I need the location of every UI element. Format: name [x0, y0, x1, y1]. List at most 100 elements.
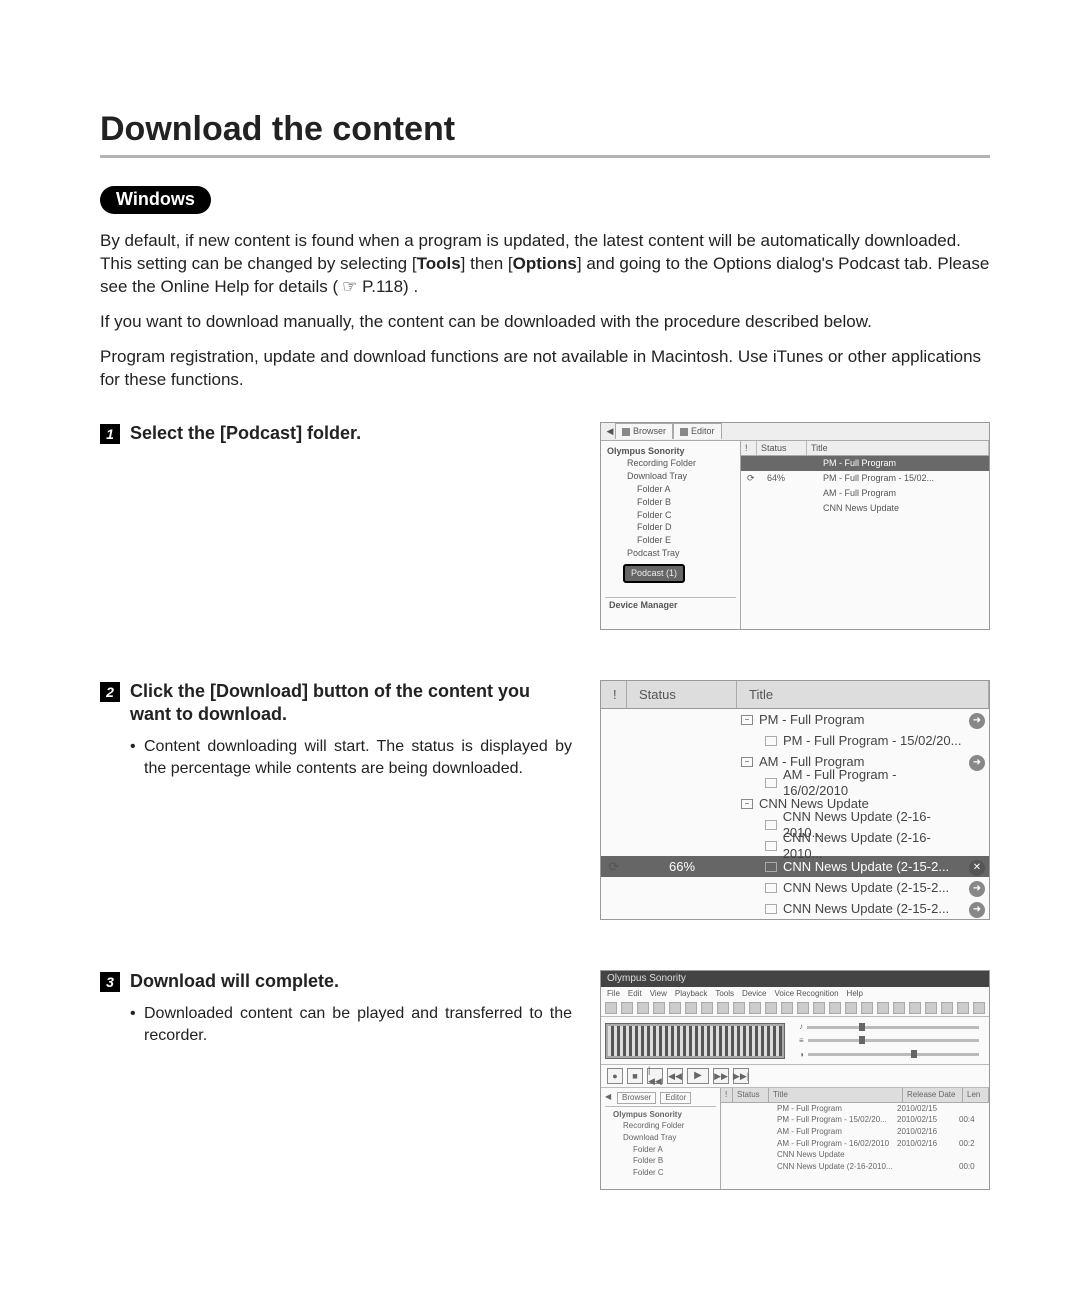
menu-item[interactable]: File	[607, 989, 620, 999]
toolbar-button[interactable]	[781, 1002, 793, 1014]
download-button[interactable]: ➜	[969, 755, 985, 771]
rewind-button[interactable]: ◀◀	[667, 1068, 683, 1084]
tree-node[interactable]: Recording Folder	[605, 457, 736, 470]
col-status[interactable]: Status	[757, 441, 807, 456]
menu-item[interactable]: View	[650, 989, 667, 999]
collapse-icon[interactable]: −	[741, 799, 753, 809]
tree-node[interactable]: Download Tray	[605, 470, 736, 483]
tree-node[interactable]: Folder D	[605, 521, 736, 534]
slider[interactable]: ♪	[799, 1022, 979, 1032]
tree-node-podcast-selected[interactable]: Podcast (1)	[623, 564, 685, 583]
toolbar-button[interactable]	[845, 1002, 857, 1014]
list-item[interactable]: −PM - Full Program➜	[601, 709, 989, 730]
list-item[interactable]: ⟳64%PM - Full Program - 15/02...	[741, 471, 989, 486]
toolbar-button[interactable]	[733, 1002, 745, 1014]
tree-node[interactable]: Download Tray	[605, 1132, 716, 1144]
toolbar-button[interactable]	[973, 1002, 985, 1014]
collapse-icon[interactable]: −	[741, 757, 753, 767]
tree-node[interactable]: Folder C	[605, 509, 736, 522]
toolbar-button[interactable]	[669, 1002, 681, 1014]
collapse-icon[interactable]: −	[741, 715, 753, 725]
toolbar-button[interactable]	[701, 1002, 713, 1014]
col-status[interactable]: Status	[627, 681, 737, 709]
list-item[interactable]: AM - Full Program - 16/02/20102010/02/16…	[721, 1138, 989, 1150]
next-button[interactable]: ▶▶|	[733, 1068, 749, 1084]
play-button[interactable]: ▶	[687, 1068, 709, 1084]
toolbar-button[interactable]	[893, 1002, 905, 1014]
toolbar-button[interactable]	[797, 1002, 809, 1014]
toolbar-button[interactable]	[957, 1002, 969, 1014]
tree-node[interactable]: Folder A	[605, 1144, 716, 1156]
col-release-date[interactable]: Release Date	[903, 1088, 963, 1102]
col-status[interactable]: Status	[733, 1088, 769, 1102]
tree-root[interactable]: Olympus Sonority	[605, 445, 736, 458]
toolbar-button[interactable]	[861, 1002, 873, 1014]
list-item[interactable]: CNN News Update	[741, 501, 989, 516]
slider[interactable]: ≡	[799, 1036, 979, 1046]
col-important[interactable]: !	[601, 681, 627, 709]
col-title[interactable]: Title	[769, 1088, 903, 1102]
toolbar-button[interactable]	[877, 1002, 889, 1014]
list-item[interactable]: CNN News Update (2-15-2...➜	[601, 877, 989, 898]
toolbar-button[interactable]	[621, 1002, 633, 1014]
tab-editor[interactable]: Editor	[673, 423, 722, 439]
toolbar-button[interactable]	[717, 1002, 729, 1014]
toolbar-button[interactable]	[605, 1002, 617, 1014]
col-title[interactable]: Title	[807, 441, 989, 456]
forward-button[interactable]: ▶▶	[713, 1068, 729, 1084]
tree-node[interactable]: Recording Folder	[605, 1120, 716, 1132]
list-item[interactable]: CNN News Update	[721, 1149, 989, 1161]
col-important[interactable]: !	[721, 1088, 733, 1102]
stop-button[interactable]: ■	[627, 1068, 643, 1084]
tree-node[interactable]: Podcast Tray	[605, 547, 736, 560]
col-title[interactable]: Title	[737, 681, 989, 709]
tab-browser[interactable]: Browser	[615, 423, 673, 439]
list-item[interactable]: PM - Full Program2010/02/15	[721, 1103, 989, 1115]
toolbar-button[interactable]	[925, 1002, 937, 1014]
toolbar-button[interactable]	[637, 1002, 649, 1014]
menu-item[interactable]: Device	[742, 989, 766, 999]
toolbar-button[interactable]	[941, 1002, 953, 1014]
list-item[interactable]: PM - Full Program - 15/02/20...2010/02/1…	[721, 1114, 989, 1126]
toolbar-button[interactable]	[765, 1002, 777, 1014]
list-item[interactable]: AM - Full Program2010/02/16	[721, 1126, 989, 1138]
device-manager-node[interactable]: Device Manager	[605, 597, 736, 611]
list-item[interactable]: CNN News Update (2-16-2010...	[601, 835, 989, 856]
list-item[interactable]: CNN News Update (2-16-2010...00:0	[721, 1161, 989, 1173]
tree-node[interactable]: Folder B	[605, 496, 736, 509]
toolbar-button[interactable]	[909, 1002, 921, 1014]
menu-item[interactable]: Help	[847, 989, 863, 999]
col-length[interactable]: Len	[963, 1088, 989, 1102]
menu-item[interactable]: Voice Recognition	[775, 989, 839, 999]
download-button[interactable]: ➜	[969, 902, 985, 918]
download-button[interactable]: ➜	[969, 881, 985, 897]
list-item[interactable]: ⟳66%CNN News Update (2-15-2...✕	[601, 856, 989, 877]
list-item[interactable]: AM - Full Program - 16/02/2010	[601, 772, 989, 793]
page-title: Download the content	[100, 110, 990, 149]
list-item[interactable]: CNN News Update (2-15-2...➜	[601, 898, 989, 919]
toolbar-button[interactable]	[813, 1002, 825, 1014]
record-button[interactable]: ●	[607, 1068, 623, 1084]
tab-editor[interactable]: Editor	[660, 1092, 691, 1104]
tree-node[interactable]: Folder C	[605, 1167, 716, 1179]
toolbar-button[interactable]	[749, 1002, 761, 1014]
slider[interactable]: ◑	[799, 1050, 979, 1060]
tree-node[interactable]: Folder B	[605, 1155, 716, 1167]
list-item[interactable]: PM - Full Program - 15/02/20...	[601, 730, 989, 751]
download-button[interactable]: ➜	[969, 713, 985, 729]
toolbar-button[interactable]	[829, 1002, 841, 1014]
tree-node[interactable]: Folder E	[605, 534, 736, 547]
cancel-download-button[interactable]: ✕	[969, 860, 985, 876]
tree-root[interactable]: Olympus Sonority	[605, 1109, 716, 1121]
list-item[interactable]: PM - Full Program	[741, 456, 989, 471]
tree-node[interactable]: Folder A	[605, 483, 736, 496]
menu-item[interactable]: Playback	[675, 989, 707, 999]
toolbar-button[interactable]	[685, 1002, 697, 1014]
prev-button[interactable]: |◀◀	[647, 1068, 663, 1084]
list-item[interactable]: AM - Full Program	[741, 486, 989, 501]
menu-item[interactable]: Edit	[628, 989, 642, 999]
menu-item[interactable]: Tools	[715, 989, 734, 999]
col-important[interactable]: !	[741, 441, 757, 456]
toolbar-button[interactable]	[653, 1002, 665, 1014]
tab-browser[interactable]: Browser	[617, 1092, 656, 1104]
